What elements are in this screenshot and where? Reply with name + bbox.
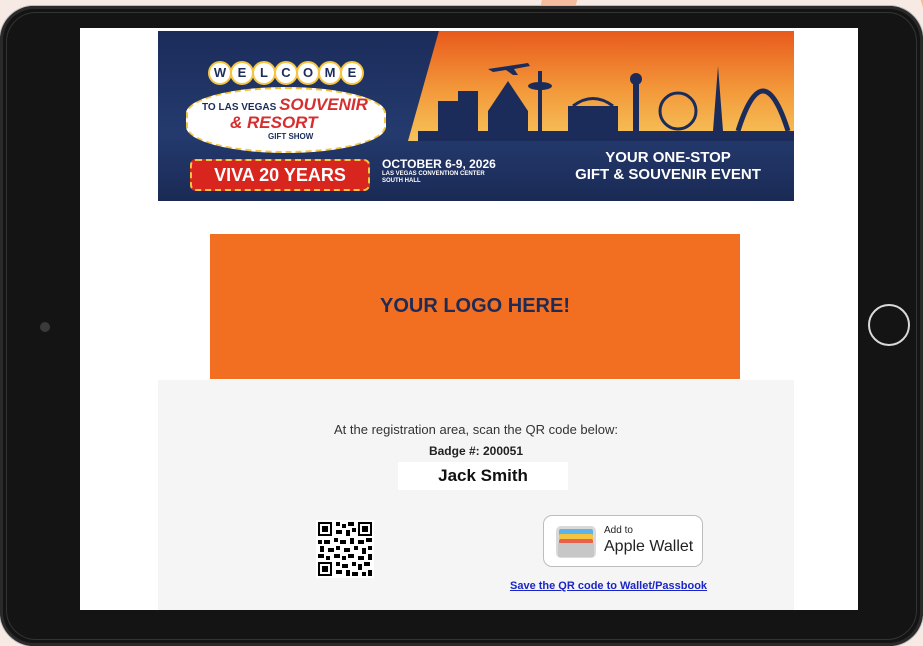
event-tagline: YOUR ONE-STOP GIFT & SOUVENIR EVENT bbox=[558, 149, 778, 183]
logo-placeholder: YOUR LOGO HERE! bbox=[210, 234, 740, 379]
badge-number: Badge #: 200051 bbox=[428, 444, 524, 458]
welcome-letters: W E L C O M E bbox=[210, 63, 362, 83]
attendee-name-box: Jack Smith bbox=[398, 462, 568, 490]
wallet-icon bbox=[556, 526, 596, 558]
event-date-block: OCTOBER 6-9, 2026 LAS VEGAS CONVENTION C… bbox=[382, 157, 496, 185]
wallet-add-label: Add to bbox=[604, 525, 633, 536]
save-qr-wallet-link[interactable]: Save the QR code to Wallet/Passbook bbox=[510, 580, 707, 592]
tagline-line-1: YOUR ONE-STOP bbox=[605, 149, 731, 166]
welcome-letter: E bbox=[342, 63, 362, 83]
registration-instruction: At the registration area, scan the QR co… bbox=[334, 422, 618, 437]
event-banner: W E L C O M E TO LAS VEGAS SOUVENIR & RE… bbox=[158, 31, 794, 201]
tagline-line-2: GIFT & SOUVENIR EVENT bbox=[575, 166, 761, 183]
viva-badge: VIVA 20 YEARS bbox=[190, 159, 370, 191]
qr-code-icon bbox=[316, 520, 374, 578]
sign-line-2: & RESORT bbox=[230, 113, 318, 132]
welcome-letter: O bbox=[298, 63, 318, 83]
add-to-apple-wallet-button[interactable]: Add to Apple Wallet bbox=[543, 515, 703, 567]
welcome-letter: C bbox=[276, 63, 296, 83]
welcome-letter: E bbox=[232, 63, 252, 83]
sign-line-1-prefix: TO LAS VEGAS bbox=[202, 102, 277, 113]
home-button[interactable] bbox=[868, 304, 910, 346]
event-hall: SOUTH HALL bbox=[382, 178, 421, 184]
sign-line-1: TO LAS VEGAS SOUVENIR bbox=[202, 95, 368, 115]
email-screen: W E L C O M E TO LAS VEGAS SOUVENIR & RE… bbox=[80, 28, 858, 610]
welcome-letter: L bbox=[254, 63, 274, 83]
wallet-name-label: Apple Wallet bbox=[604, 538, 694, 555]
sign-line-1-highlight: SOUVENIR bbox=[279, 95, 368, 114]
las-vegas-sign: W E L C O M E TO LAS VEGAS SOUVENIR & RE… bbox=[168, 49, 388, 191]
event-date: OCTOBER 6-9, 2026 bbox=[382, 157, 496, 171]
event-venue: LAS VEGAS CONVENTION CENTER bbox=[382, 171, 485, 177]
city-skyline-icon bbox=[418, 63, 794, 141]
registration-panel: At the registration area, scan the QR co… bbox=[158, 380, 794, 610]
attendee-name: Jack Smith bbox=[438, 466, 528, 485]
welcome-letter: M bbox=[320, 63, 340, 83]
logo-placeholder-text: YOUR LOGO HERE! bbox=[379, 295, 570, 317]
welcome-letter: W bbox=[210, 63, 230, 83]
sign-line-3: GIFT SHOW bbox=[268, 132, 314, 141]
camera-icon bbox=[40, 322, 50, 332]
